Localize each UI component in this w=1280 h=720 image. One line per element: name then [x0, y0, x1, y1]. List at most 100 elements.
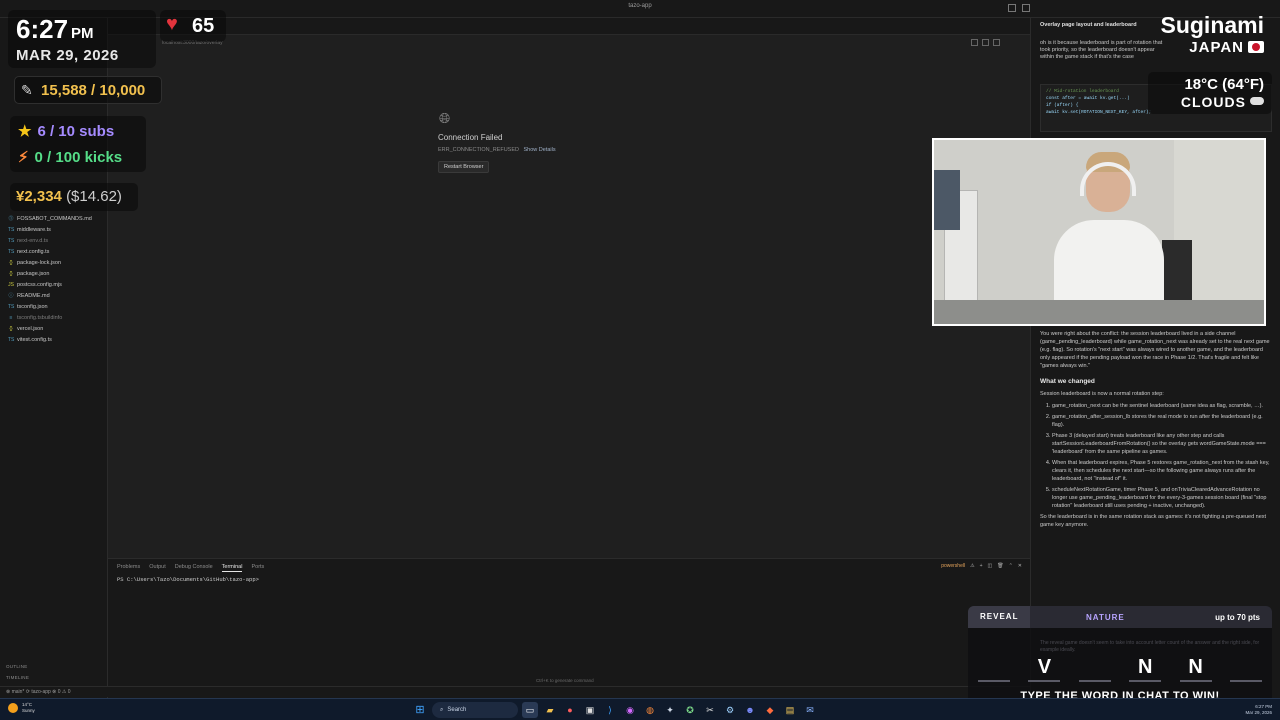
- terminal-shell-label[interactable]: powershell: [941, 563, 965, 569]
- editor-tabs: [108, 18, 1030, 35]
- file-name: tsconfig.json: [17, 303, 48, 310]
- chat-heading: What we changed: [1040, 378, 1095, 385]
- more-icon[interactable]: [993, 39, 1000, 46]
- task-view-icon[interactable]: ▭: [522, 702, 538, 718]
- browser-actions: [971, 39, 1000, 46]
- file-item[interactable]: ≡ tsconfig.tsbuildinfo: [8, 312, 92, 323]
- file-item[interactable]: ⓵ FOSSABOT_COMMANDS.md: [8, 213, 91, 224]
- clock-date: MAR 29, 2026: [16, 47, 119, 64]
- brave-icon[interactable]: ◆: [762, 702, 778, 718]
- show-details-link[interactable]: Show Details: [524, 147, 556, 153]
- warning-icon[interactable]: ⚠: [970, 563, 974, 569]
- japan-flag-icon: [1248, 41, 1264, 53]
- taskbar-weather[interactable]: 14°C Sunny: [8, 702, 35, 714]
- tab-problems[interactable]: Problems: [117, 564, 140, 572]
- screen: tazo-app ⓵ FOSSABOT_COMMANDS.md TS middlewa…: [0, 0, 1280, 720]
- game-category: NATURE: [1086, 613, 1125, 622]
- weather-condition: CLOUDS: [1180, 94, 1246, 110]
- weather-temp: 18°C (64°F): [1184, 76, 1264, 93]
- file-name: vercel.json: [17, 325, 44, 332]
- subs-widget: ★ 6 / 10 subs ⚡︎ 0 / 100 kicks: [10, 116, 146, 172]
- error-title: Connection Failed: [438, 133, 503, 142]
- game-points: up to 70 pts: [1215, 613, 1260, 622]
- status-git[interactable]: ⊗ main* ⟳ tazo-app ⊗ 0 ⚠ 0: [6, 689, 71, 695]
- mail-icon[interactable]: ✉: [802, 702, 818, 718]
- file-item[interactable]: ⓘ README.md: [8, 290, 92, 301]
- windows-start-icon[interactable]: ⊞: [412, 702, 428, 718]
- taskbar-search[interactable]: ⌕ Search: [432, 702, 518, 718]
- time-value: 6:27: [16, 14, 69, 44]
- notes-icon[interactable]: ▤: [782, 702, 798, 718]
- trash-icon[interactable]: 🗑︎: [997, 563, 1003, 569]
- rocket-icon: ✎: [21, 82, 33, 98]
- heart-rate-value: 65: [192, 15, 215, 37]
- webcam-desk: [934, 300, 1264, 324]
- browser-icon[interactable]: ●: [562, 702, 578, 718]
- file-item[interactable]: {} vercel.json: [8, 323, 92, 334]
- tab-terminal[interactable]: Terminal: [221, 564, 243, 572]
- typescript-icon: TS: [8, 248, 15, 255]
- list-item: game_rotation_after_session_lb stores th…: [1052, 413, 1272, 429]
- layout-controls: [1008, 4, 1030, 12]
- file-item[interactable]: JS postcss.config.mjs: [8, 279, 92, 290]
- file-explorer-icon[interactable]: ▰: [542, 702, 558, 718]
- list-item: Phase 3 (delayed start) treats leaderboa…: [1052, 432, 1272, 456]
- search-label: Search: [447, 707, 467, 713]
- system-tray[interactable]: 6:27 PM Mar 29, 2026: [1245, 704, 1272, 716]
- restart-browser-button[interactable]: Restart Browser: [438, 161, 490, 173]
- file-name: package.json: [17, 270, 50, 277]
- chrome-icon[interactable]: ◍: [642, 702, 658, 718]
- close-panel-icon[interactable]: ✕: [1018, 563, 1022, 569]
- new-terminal-icon[interactable]: +: [980, 563, 983, 569]
- app-icon[interactable]: ✪: [682, 702, 698, 718]
- file-item[interactable]: {} package-lock.json: [8, 257, 92, 268]
- goal-value: 15,588 / 10,000: [41, 82, 146, 99]
- tab-ports[interactable]: Ports: [251, 564, 264, 572]
- letter-slot: V: [1028, 652, 1061, 682]
- file-name: postcss.config.mjs: [17, 281, 62, 288]
- steam-icon[interactable]: ✦: [662, 702, 678, 718]
- obs-icon[interactable]: ◉: [622, 702, 638, 718]
- capcut-icon[interactable]: ✂: [702, 702, 718, 718]
- discord-icon[interactable]: ☻: [742, 702, 758, 718]
- file-item[interactable]: TS next.config.ts: [8, 246, 92, 257]
- file-item[interactable]: TS next-env.d.ts: [8, 235, 92, 246]
- outline-section[interactable]: OUTLINE: [6, 664, 28, 669]
- webcam-feed: [932, 138, 1266, 326]
- timeline-section[interactable]: TIMELINE: [6, 675, 29, 680]
- settings-icon[interactable]: ⚙: [722, 702, 738, 718]
- typescript-icon: TS: [8, 336, 15, 343]
- window-title: tazo-app: [628, 3, 652, 9]
- url-bar[interactable]: localhost:3000/tazo/overlay: [158, 38, 978, 48]
- split-terminal-icon[interactable]: ◫: [988, 563, 993, 569]
- terminal-prompt[interactable]: PS C:\Users\Tazo\Documents\GitHub\tazo-a…: [117, 576, 259, 583]
- file-item[interactable]: TS tsconfig.json: [8, 301, 92, 312]
- letter-slot: N: [1129, 652, 1162, 682]
- file-item[interactable]: {} package.json: [8, 268, 92, 279]
- json-icon: {}: [9, 259, 13, 266]
- heart-rate-widget: ♥ 65: [160, 10, 226, 42]
- maximize-panel-icon[interactable]: ⌃: [1009, 563, 1013, 569]
- webcam-box: [934, 170, 960, 230]
- toggle-sidebar-icon[interactable]: [1022, 4, 1030, 12]
- browser-editor: localhost:3000/tazo/overlay 🌐︎ Connectio…: [108, 18, 1030, 558]
- markdown-icon: ⓘ: [8, 293, 14, 299]
- chat-title: Overlay page layout and leaderboard: [1040, 22, 1137, 28]
- subs-value: 6 / 10 subs: [37, 123, 115, 140]
- tab-output[interactable]: Output: [149, 564, 166, 572]
- file-item[interactable]: TS vitest.config.ts: [8, 334, 92, 345]
- terminal-icon[interactable]: ▣: [582, 702, 598, 718]
- json-icon: {}: [9, 325, 13, 332]
- goal-widget: ✎ 15,588 / 10,000: [14, 76, 162, 104]
- bottom-panel: Problems Output Debug Console Terminal Ports…: [108, 558, 1030, 698]
- tab-debug-console[interactable]: Debug Console: [175, 564, 213, 572]
- file-tree: ⓵ FOSSABOT_COMMANDS.md TS middleware.ts TS ne…: [8, 213, 92, 345]
- reload-icon[interactable]: [971, 39, 978, 46]
- vscode-icon[interactable]: ⟩: [602, 702, 618, 718]
- file-name: tsconfig.tsbuildinfo: [17, 314, 63, 321]
- letter-slot: [978, 652, 1010, 682]
- toggle-panel-icon[interactable]: [1008, 4, 1016, 12]
- panel-actions: powershell ⚠ + ◫ 🗑︎ ⌃ ✕: [941, 563, 1022, 569]
- file-item[interactable]: TS middleware.ts: [8, 224, 92, 235]
- devtools-icon[interactable]: [982, 39, 989, 46]
